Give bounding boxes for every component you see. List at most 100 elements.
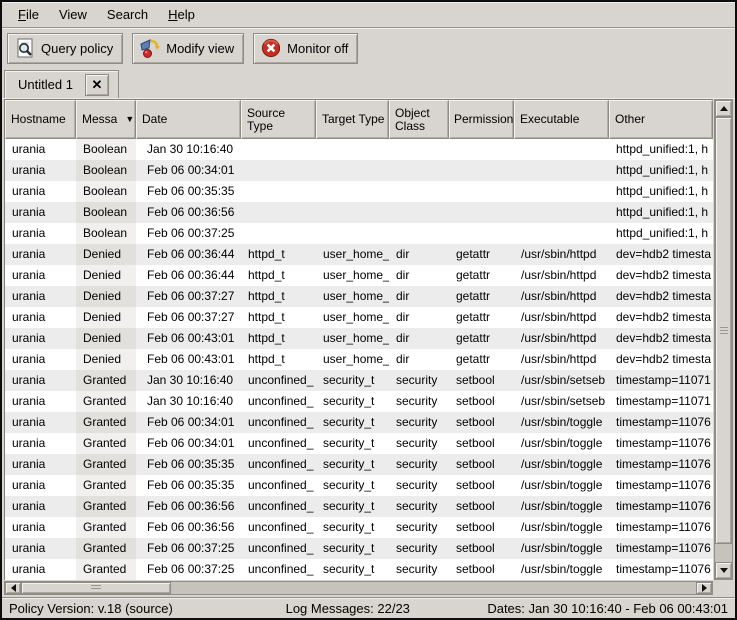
log-row[interactable]: uraniaGrantedFeb 06 00:35:35unconfined_s… xyxy=(5,475,713,496)
tab-close-button[interactable]: ✕ xyxy=(85,74,109,96)
log-cell xyxy=(514,223,609,244)
log-cell: Granted xyxy=(76,559,136,580)
column-header-object-class[interactable]: Object Class xyxy=(389,100,449,139)
log-cell: security xyxy=(389,370,449,391)
log-cell: unconfined_ xyxy=(241,538,316,559)
column-header-permission[interactable]: Permission xyxy=(449,100,514,139)
log-row[interactable]: uraniaGrantedFeb 06 00:35:35unconfined_s… xyxy=(5,454,713,475)
column-header-label: Messa xyxy=(82,113,117,126)
log-row[interactable]: uraniaBooleanFeb 06 00:37:25httpd_unifie… xyxy=(5,223,713,244)
log-row[interactable]: uraniaDeniedFeb 06 00:43:01httpd_tuser_h… xyxy=(5,349,713,370)
log-row[interactable]: uraniaDeniedFeb 06 00:37:27httpd_tuser_h… xyxy=(5,286,713,307)
log-cell: urania xyxy=(5,265,76,286)
log-row[interactable]: uraniaGrantedFeb 06 00:34:01unconfined_s… xyxy=(5,412,713,433)
column-header-executable[interactable]: Executable xyxy=(514,100,609,139)
log-row[interactable]: uraniaDeniedFeb 06 00:36:44httpd_tuser_h… xyxy=(5,265,713,286)
log-cell: httpd_t xyxy=(241,244,316,265)
scroll-down-button[interactable] xyxy=(715,562,732,579)
log-cell: Jan 30 10:16:40 xyxy=(136,139,241,160)
log-cell: Feb 06 00:37:25 xyxy=(136,538,241,559)
menu-item-search[interactable]: Search xyxy=(97,4,158,25)
log-cell: dir xyxy=(389,307,449,328)
log-cell xyxy=(389,160,449,181)
scroll-left-button[interactable] xyxy=(5,582,21,594)
arrow-left-icon xyxy=(7,584,16,592)
log-cell: urania xyxy=(5,286,76,307)
log-cell: urania xyxy=(5,328,76,349)
log-cell: Granted xyxy=(76,391,136,412)
log-row[interactable]: uraniaGrantedFeb 06 00:37:25unconfined_s… xyxy=(5,538,713,559)
log-cell: dir xyxy=(389,328,449,349)
column-header-messa[interactable]: Messa▼ xyxy=(76,100,136,139)
log-cell: Denied xyxy=(76,265,136,286)
horizontal-scrollbar-thumb[interactable] xyxy=(21,582,171,594)
log-cell: Feb 06 00:37:25 xyxy=(136,559,241,580)
log-row[interactable]: uraniaGrantedJan 30 10:16:40unconfined_s… xyxy=(5,391,713,412)
modify-view-button[interactable]: Modify view xyxy=(132,33,244,64)
close-icon: ✕ xyxy=(91,77,102,93)
log-cell: user_home_ xyxy=(316,307,389,328)
log-cell: getattr xyxy=(449,328,514,349)
log-cell: getattr xyxy=(449,349,514,370)
menubar: FileViewSearchHelp xyxy=(2,2,735,28)
menu-item-file[interactable]: File xyxy=(8,4,49,25)
log-row[interactable]: uraniaBooleanFeb 06 00:36:56httpd_unifie… xyxy=(5,202,713,223)
log-cell: Granted xyxy=(76,454,136,475)
log-row[interactable]: uraniaGrantedFeb 06 00:36:56unconfined_s… xyxy=(5,517,713,538)
log-cell xyxy=(241,160,316,181)
log-cell xyxy=(316,181,389,202)
log-cell xyxy=(316,223,389,244)
log-row[interactable]: uraniaBooleanJan 30 10:16:40httpd_unifie… xyxy=(5,139,713,160)
log-cell xyxy=(316,202,389,223)
log-cell: unconfined_ xyxy=(241,496,316,517)
scroll-right-button[interactable] xyxy=(696,582,712,594)
log-cell: /usr/sbin/httpd xyxy=(514,244,609,265)
log-row[interactable]: uraniaBooleanFeb 06 00:35:35httpd_unifie… xyxy=(5,181,713,202)
log-row[interactable]: uraniaGrantedFeb 06 00:36:56unconfined_s… xyxy=(5,496,713,517)
log-row[interactable]: uraniaDeniedFeb 06 00:36:44httpd_tuser_h… xyxy=(5,244,713,265)
log-cell: Feb 06 00:35:35 xyxy=(136,454,241,475)
column-header-hostname[interactable]: Hostname xyxy=(5,100,76,139)
log-cell: /usr/sbin/setseb xyxy=(514,370,609,391)
log-cell: security xyxy=(389,559,449,580)
log-cell: Jan 30 10:16:40 xyxy=(136,391,241,412)
toolbar: Query policy Modify view Monitor off xyxy=(2,28,735,68)
arrow-up-icon xyxy=(720,102,728,111)
log-row[interactable]: uraniaDeniedFeb 06 00:37:27httpd_tuser_h… xyxy=(5,307,713,328)
log-cell xyxy=(389,181,449,202)
log-cell: timestamp=11076 xyxy=(609,454,713,475)
log-cell: httpd_unified:1, h xyxy=(609,181,713,202)
menu-item-help[interactable]: Help xyxy=(158,4,205,25)
vertical-scrollbar[interactable] xyxy=(714,99,733,580)
monitor-off-icon xyxy=(260,37,282,59)
log-cell: security_t xyxy=(316,475,389,496)
log-cell: httpd_unified:1, h xyxy=(609,160,713,181)
log-cell: security_t xyxy=(316,517,389,538)
scroll-up-button[interactable] xyxy=(715,100,732,117)
tab-untitled-1[interactable]: Untitled 1 ✕ xyxy=(4,70,119,98)
log-cell: timestamp=11071 xyxy=(609,391,713,412)
log-view: HostnameMessa▼DateSource TypeTarget Type… xyxy=(2,99,735,597)
log-cell: httpd_t xyxy=(241,265,316,286)
log-row[interactable]: uraniaGrantedFeb 06 00:34:01unconfined_s… xyxy=(5,433,713,454)
log-cell: setbool xyxy=(449,538,514,559)
log-cell: security xyxy=(389,517,449,538)
log-row[interactable]: uraniaGrantedFeb 06 00:37:25unconfined_s… xyxy=(5,559,713,580)
log-cell: Feb 06 00:36:44 xyxy=(136,265,241,286)
query-policy-button[interactable]: Query policy xyxy=(7,33,123,64)
log-cell: Granted xyxy=(76,475,136,496)
log-row[interactable]: uraniaBooleanFeb 06 00:34:01httpd_unifie… xyxy=(5,160,713,181)
monitor-off-button[interactable]: Monitor off xyxy=(253,33,358,64)
menu-item-view[interactable]: View xyxy=(49,4,97,25)
column-header-source-type[interactable]: Source Type xyxy=(241,100,316,139)
column-header-date[interactable]: Date xyxy=(136,100,241,139)
log-row[interactable]: uraniaGrantedJan 30 10:16:40unconfined_s… xyxy=(5,370,713,391)
horizontal-scrollbar[interactable] xyxy=(4,581,713,595)
column-header-target-type[interactable]: Target Type xyxy=(316,100,389,139)
vertical-scrollbar-thumb[interactable] xyxy=(715,117,732,544)
log-cell: dev=hdb2 timesta xyxy=(609,244,713,265)
column-header-other[interactable]: Other xyxy=(609,100,713,139)
log-row[interactable]: uraniaDeniedFeb 06 00:43:01httpd_tuser_h… xyxy=(5,328,713,349)
log-cell: user_home_ xyxy=(316,286,389,307)
log-cell: /usr/sbin/toggle xyxy=(514,538,609,559)
